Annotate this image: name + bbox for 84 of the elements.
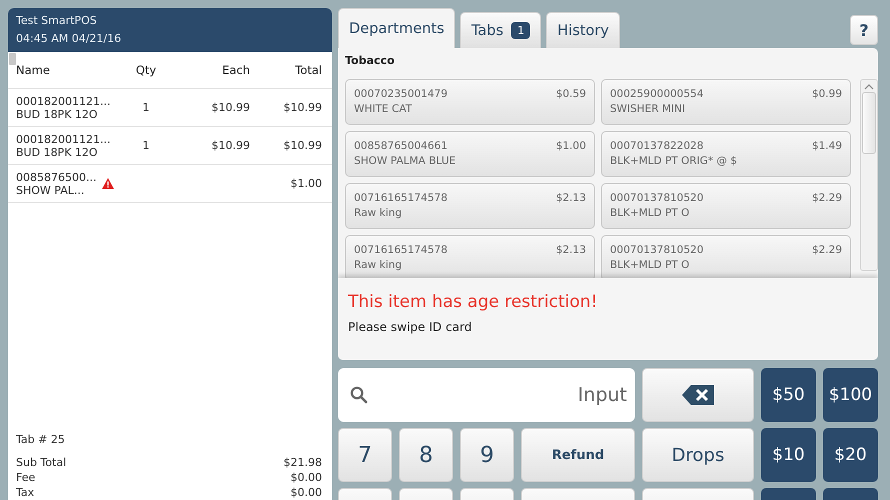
store-name: Test SmartPOS — [16, 13, 98, 29]
refund-button[interactable]: Refund — [521, 428, 635, 482]
search-icon — [350, 386, 368, 404]
product-button[interactable]: 00070137822028 $1.49 BLK+MLD PT ORIG* @ $ — [601, 131, 851, 177]
total-label: Tax — [16, 485, 34, 500]
column-header: Qty — [134, 64, 158, 76]
total-value: $21.98 — [284, 455, 322, 470]
product-code: 00716165174578 — [354, 191, 448, 206]
input-field[interactable]: Input — [338, 368, 635, 422]
tab[interactable]: Tabs 1 — [460, 12, 542, 48]
product-name: BLK+MLD PT O — [610, 206, 690, 221]
qty-cell-text: 1 — [142, 139, 150, 152]
product-name: BLK+MLD PT O — [610, 258, 690, 273]
total-cell-text: $1.00 — [290, 177, 322, 190]
total-cell-text: $10.99 — [282, 139, 322, 152]
product-price: $1.00 — [556, 139, 586, 154]
product-button[interactable]: 00070235001479 $0.59 WHITE CAT — [345, 79, 595, 125]
item-name: 000182001121... BUD 18PK 12O — [16, 132, 110, 158]
digit-button[interactable]: 8 — [399, 428, 453, 482]
product-name: SWISHER MINI — [610, 102, 686, 117]
product-button[interactable]: 00716165174578 $2.13 Raw king — [345, 183, 595, 229]
cash-button[interactable]: $100 — [823, 368, 878, 422]
tab[interactable]: History — [546, 12, 620, 48]
product-code: 00716165174578 — [354, 243, 448, 258]
date-time: 04:45 AM 04/21/16 — [16, 31, 122, 47]
product-code: 00858765004661 — [354, 139, 448, 154]
product-name: Raw king — [354, 258, 402, 273]
digit-button[interactable]: 7 — [338, 428, 392, 482]
count-badge: 1 — [511, 22, 530, 39]
product-code: 00070235001479 — [354, 87, 448, 102]
product-price: $0.99 — [812, 87, 842, 102]
scroll-marker-icon — [9, 53, 16, 65]
cash-button[interactable]: $10 — [761, 428, 816, 482]
scroll-up-icon — [864, 84, 874, 90]
product-button[interactable]: 00070137810520 $2.29 BLK+MLD PT O — [601, 183, 851, 229]
product-code: 00070137810520 — [610, 243, 704, 258]
scrollbar[interactable] — [860, 79, 878, 271]
column-header: Total — [294, 64, 322, 76]
product-button[interactable]: 00070137810520 $2.29 BLK+MLD PT O — [601, 235, 851, 281]
product-price: $0.59 — [556, 87, 586, 102]
total-label: Sub Total — [16, 455, 66, 470]
total-label: Fee — [16, 470, 36, 485]
product-name: SHOW PALMA BLUE — [354, 154, 456, 169]
product-name: WHITE CAT — [354, 102, 412, 117]
each-cell-text: $10.99 — [210, 101, 250, 114]
line-item-row[interactable]: 000182001121... BUD 18PK 12O 1 $10.99 $10.99 — [8, 127, 332, 165]
digit-button[interactable]: 9 — [460, 428, 514, 482]
cash-button[interactable]: $20 — [823, 428, 878, 482]
total-cell-text: $10.99 — [282, 101, 322, 114]
warning-icon — [102, 178, 114, 189]
product-code: 00070137810520 — [610, 191, 704, 206]
product-price: $2.29 — [812, 243, 842, 258]
total-value: $0.00 — [290, 470, 322, 485]
help-button[interactable]: ? — [850, 15, 878, 45]
product-price: $2.13 — [556, 243, 586, 258]
product-code: 00025900000554 — [610, 87, 704, 102]
product-price: $2.13 — [556, 191, 586, 206]
total-value: $0.00 — [290, 485, 322, 500]
product-button[interactable]: 00025900000554 $0.99 SWISHER MINI — [601, 79, 851, 125]
department-title: Tobacco — [345, 54, 396, 67]
product-price: $1.49 — [812, 139, 842, 154]
tab[interactable]: Departments — [338, 8, 456, 48]
alert-message: Please swipe ID card — [348, 320, 473, 334]
product-name: Raw king — [354, 206, 402, 221]
column-header: Each — [221, 64, 250, 76]
product-name: BLK+MLD PT ORIG* @ $ — [610, 154, 738, 169]
product-code: 00070137822028 — [610, 139, 704, 154]
product-button[interactable]: 00716165174578 $2.13 Raw king — [345, 235, 595, 281]
tab-number: Tab # 25 — [16, 432, 66, 447]
product-button[interactable]: 00858765004661 $1.00 SHOW PALMA BLUE — [345, 131, 595, 177]
backspace-button[interactable] — [642, 368, 754, 422]
cash-button[interactable]: $50 — [761, 368, 816, 422]
item-name: 000182001121... BUD 18PK 12O — [16, 94, 110, 120]
line-item-row[interactable]: 000182001121... BUD 18PK 12O 1 $10.99 $10.99 — [8, 89, 332, 127]
item-name: 0085876500... SHOW PAL... — [16, 170, 96, 196]
scroll-thumb[interactable] — [862, 92, 876, 154]
line-item-row[interactable]: 0085876500... SHOW PAL... $1.00 — [8, 165, 332, 203]
product-price: $2.29 — [812, 191, 842, 206]
column-header: Name — [16, 64, 51, 76]
drops-button[interactable]: Drops — [642, 428, 754, 482]
backspace-icon — [682, 385, 714, 405]
qty-cell-text: 1 — [142, 101, 150, 114]
each-cell-text: $10.99 — [210, 139, 250, 152]
alert-title: This item has age restriction! — [348, 292, 599, 312]
